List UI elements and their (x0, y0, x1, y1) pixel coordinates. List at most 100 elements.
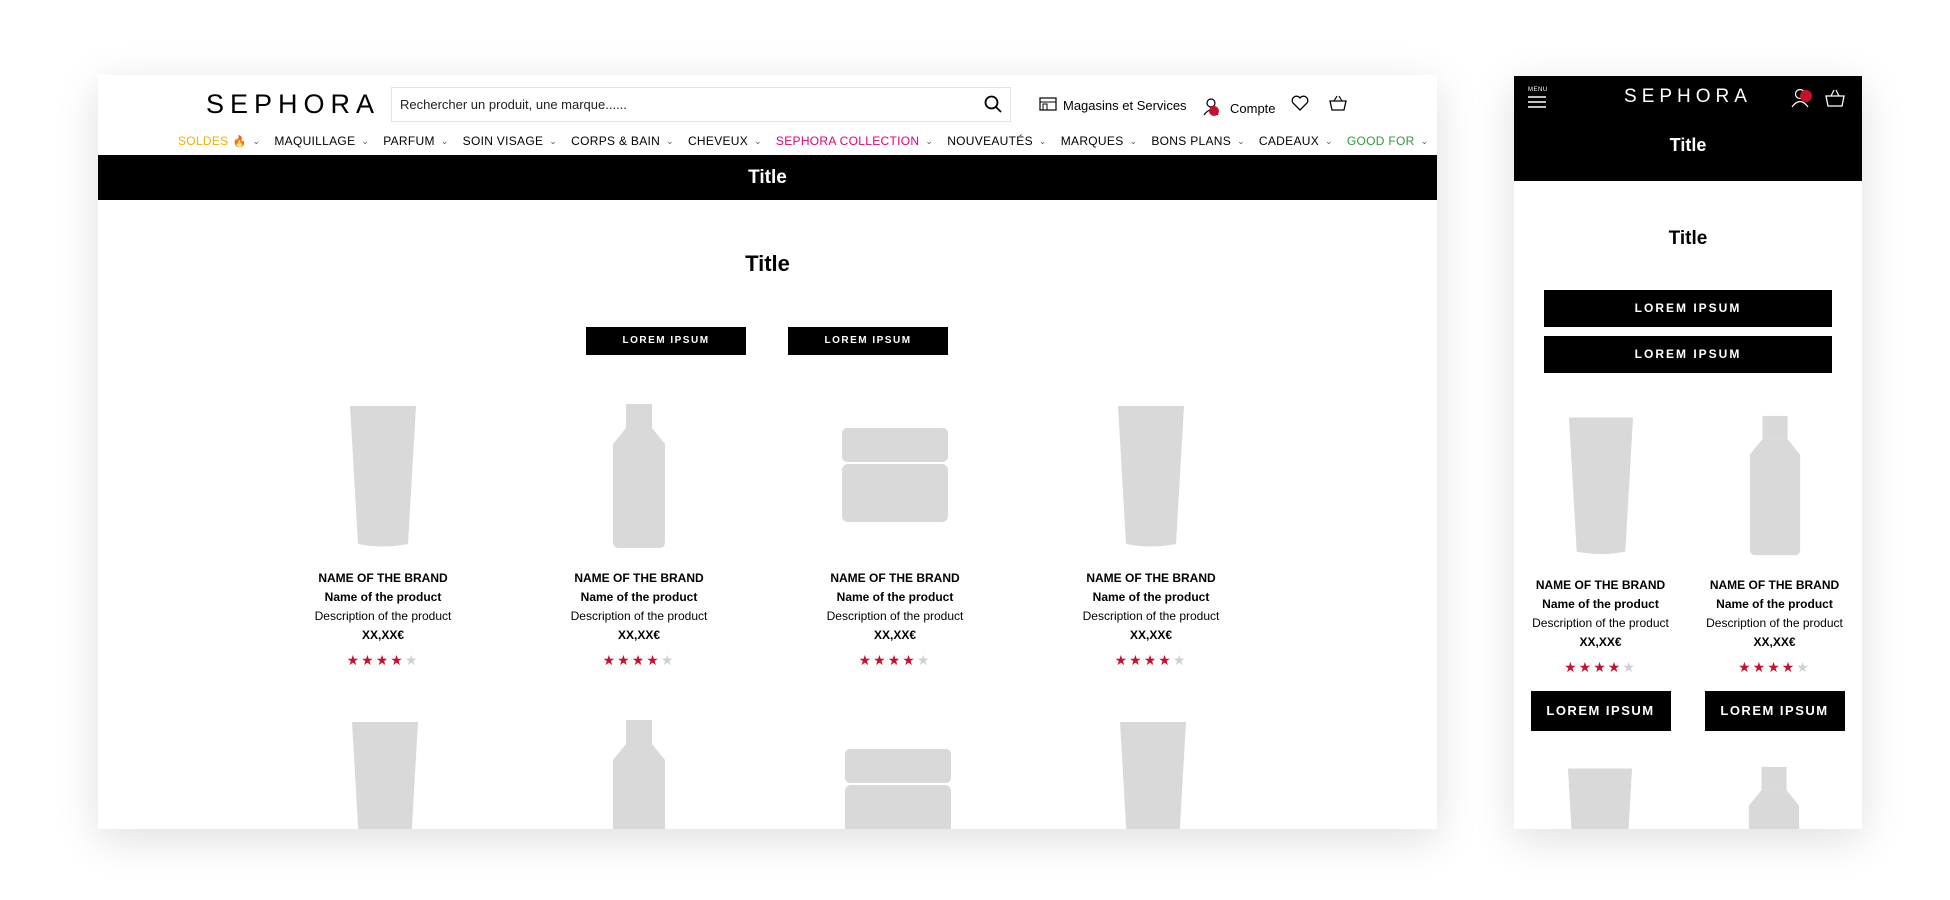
search-icon[interactable] (984, 95, 1002, 118)
chevron-down-icon: ⌄ (754, 135, 762, 146)
chevron-down-icon: ⌄ (361, 135, 370, 146)
nav-label: CADEAUX (1258, 134, 1320, 148)
product-image-tube[interactable] (1566, 766, 1634, 829)
product-image-tube[interactable] (1051, 401, 1251, 551)
nav-label: MAQUILLAGE (274, 134, 356, 148)
product-price: XX,XX€ (873, 628, 917, 642)
account-label: Compte (1230, 101, 1276, 116)
nav-item-cadeaux[interactable]: CADEAUX ⌄ (1259, 134, 1333, 148)
lorem-ipsum-button[interactable]: LOREM IPSUM (586, 327, 746, 355)
chevron-down-icon: ⌄ (1325, 135, 1333, 146)
search-input[interactable] (400, 97, 960, 112)
nav-item-soin-visage[interactable]: SOIN VISAGE ⌄ (463, 134, 558, 148)
product-image-jar[interactable] (795, 401, 995, 551)
chevron-down-icon: ⌄ (666, 135, 674, 146)
product-card[interactable]: NAME OF THE BRAND Name of the product De… (539, 401, 739, 669)
product-card[interactable]: NAME OF THE BRAND Name of the product De… (1692, 413, 1857, 731)
product-image-bottle[interactable] (609, 720, 669, 829)
star-rating: ★★★★★ (1564, 659, 1637, 675)
star-rating: ★★★★★ (346, 652, 420, 668)
chevron-down-icon: ⌄ (925, 135, 934, 146)
chevron-down-icon: ⌄ (1420, 135, 1429, 146)
nav-label: CHEVEUX (687, 134, 749, 148)
product-name[interactable]: Name of the product (795, 590, 995, 604)
account-icon (1202, 97, 1224, 120)
nav-item-marques[interactable]: MARQUES ⌄ (1061, 134, 1138, 148)
product-card[interactable]: NAME OF THE BRAND Name of the product De… (1518, 413, 1683, 731)
product-brand: NAME OF THE BRAND (1709, 578, 1840, 592)
basket-icon[interactable] (1328, 95, 1348, 116)
product-name[interactable]: Name of the product (1518, 597, 1683, 611)
nav-label: NOUVEAUTÉS (947, 134, 1033, 148)
desktop-header: SEPHORA Magasins et Services Compte (98, 75, 1437, 155)
nav-item-soldes[interactable]: SOLDES 🔥 ⌄ (178, 134, 260, 148)
star-rating: ★★★★★ (1114, 652, 1188, 668)
product-brand: NAME OF THE BRAND (574, 571, 704, 585)
chevron-down-icon: ⌄ (1237, 135, 1245, 146)
sephora-logo[interactable]: SEPHORA (206, 89, 380, 120)
lorem-ipsum-button[interactable]: LOREM IPSUM (1544, 336, 1832, 373)
product-description: Description of the product (1706, 616, 1843, 630)
product-brand: NAME OF THE BRAND (318, 571, 448, 585)
lorem-ipsum-button[interactable]: LOREM IPSUM (788, 327, 948, 355)
nav-label: SEPHORA COLLECTION (775, 134, 920, 148)
nav-item-cheveux[interactable]: CHEVEUX ⌄ (688, 134, 762, 148)
product-description: Description of the product (314, 609, 452, 623)
nav-item-maquillage[interactable]: MAQUILLAGE ⌄ (274, 134, 369, 148)
product-name[interactable]: Name of the product (1051, 590, 1251, 604)
lorem-ipsum-button[interactable]: LOREM IPSUM (1544, 290, 1832, 327)
nav-item-good-for[interactable]: GOOD FOR ⌄ (1347, 134, 1429, 148)
product-image-tube[interactable] (283, 401, 483, 551)
product-image-jar[interactable] (843, 747, 953, 829)
product-name[interactable]: Name of the product (1692, 597, 1857, 611)
stores-link[interactable]: Magasins et Services (1039, 97, 1187, 114)
account-icon[interactable] (1791, 87, 1815, 114)
product-image-tube[interactable] (1118, 720, 1188, 829)
nav-item-parfum[interactable]: PARFUM ⌄ (383, 134, 448, 148)
product-brand: NAME OF THE BRAND (1535, 578, 1666, 592)
product-card[interactable]: NAME OF THE BRAND Name of the product De… (1051, 401, 1251, 669)
add-to-cart-button[interactable]: LOREM IPSUM (1704, 691, 1845, 731)
product-description: Description of the product (1082, 609, 1220, 623)
product-name[interactable]: Name of the product (539, 590, 739, 604)
product-price: XX,XX€ (1753, 635, 1796, 649)
product-image-bottle[interactable] (1692, 413, 1857, 558)
product-image-bottle[interactable] (539, 401, 739, 551)
star-rating: ★★★★★ (858, 652, 932, 668)
product-description: Description of the product (1532, 616, 1669, 630)
product-name[interactable]: Name of the product (283, 590, 483, 604)
product-card[interactable]: NAME OF THE BRAND Name of the product De… (795, 401, 995, 669)
nav-item-sephora-collection[interactable]: SEPHORA COLLECTION ⌄ (776, 134, 933, 148)
product-price: XX,XX€ (1129, 628, 1173, 642)
section-title: Title (745, 251, 790, 276)
chevron-down-icon: ⌄ (1038, 135, 1047, 146)
product-image-tube[interactable] (350, 720, 420, 829)
section-title: Title (1668, 228, 1708, 249)
desktop-mockup: SEPHORA Magasins et Services Compte (98, 75, 1437, 829)
chevron-down-icon: ⌄ (252, 135, 261, 146)
product-price: XX,XX€ (617, 628, 661, 642)
star-rating: ★★★★★ (1738, 659, 1811, 675)
heart-icon[interactable] (1291, 95, 1309, 116)
account-link[interactable]: Compte (1202, 97, 1276, 120)
add-to-cart-button[interactable]: LOREM IPSUM (1530, 691, 1671, 731)
basket-icon[interactable] (1824, 89, 1846, 112)
nav-label: SOIN VISAGE (462, 134, 544, 148)
product-image-bottle[interactable] (1745, 766, 1803, 829)
nav-label: CORPS & BAIN (571, 134, 661, 148)
nav-label: MARQUES (1060, 134, 1124, 148)
product-brand: NAME OF THE BRAND (1086, 571, 1216, 585)
nav-item-nouveautes[interactable]: NOUVEAUTÉS ⌄ (947, 134, 1047, 148)
nav-item-corps-bain[interactable]: CORPS & BAIN ⌄ (571, 134, 674, 148)
nav-item-bons-plans[interactable]: BONS PLANS ⌄ (1151, 134, 1245, 148)
store-icon (1039, 97, 1057, 114)
mobile-mockup: MENU SEPHORA Title Title LOREM IPSUM LOR… (1514, 76, 1862, 829)
product-price: XX,XX€ (1579, 635, 1622, 649)
product-brand: NAME OF THE BRAND (830, 571, 960, 585)
main-navigation: SOLDES 🔥 ⌄ MAQUILLAGE ⌄ PARFUM ⌄ SOIN VISA… (178, 131, 1437, 151)
chevron-down-icon: ⌄ (1129, 135, 1138, 146)
product-card[interactable]: NAME OF THE BRAND Name of the product De… (283, 401, 483, 669)
search-bar[interactable] (391, 87, 1011, 122)
product-image-tube[interactable] (1518, 413, 1683, 558)
title-banner: Title (1514, 121, 1862, 181)
